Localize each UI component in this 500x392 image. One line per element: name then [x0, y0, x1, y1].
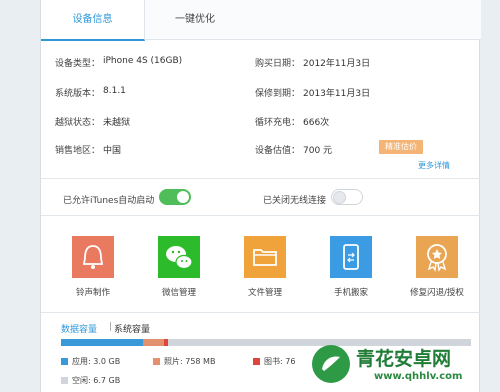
- region-label: 销售地区：: [55, 146, 101, 156]
- phone-transfer-icon: [330, 236, 372, 278]
- charge-cycle-label: 循环充电：: [255, 118, 301, 128]
- region-value: 中国: [103, 146, 122, 156]
- tool-label: 铃声制作: [75, 288, 110, 298]
- toggle-knob: [333, 191, 346, 204]
- storage-segment-apps: [61, 339, 143, 346]
- tab-one-click-optimize[interactable]: 一键优化: [145, 0, 245, 40]
- itunes-autostart-toggle[interactable]: [159, 189, 191, 205]
- jailbreak-label: 越狱状态：: [55, 118, 101, 128]
- tool-label: 手机搬家: [333, 288, 368, 298]
- legend-text: 空闲: 6.7 GB: [72, 376, 121, 385]
- jailbreak-value: 未越狱: [103, 118, 131, 128]
- storage-segment-photos: [143, 339, 164, 346]
- tool-ringtone-maker[interactable]: 铃声制作: [63, 236, 123, 300]
- legend-text: 应用: 3.0 GB: [72, 357, 121, 366]
- tab-data-capacity[interactable]: 数据容量: [61, 322, 97, 335]
- device-type-value: iPhone 4S (16GB): [103, 56, 183, 66]
- legend-text: 照片: 758 MB: [164, 357, 216, 366]
- charge-cycle-value: 666次: [303, 118, 330, 128]
- sys-version-value: 8.1.1: [103, 86, 126, 96]
- purchase-date-label: 购买日期：: [255, 59, 301, 69]
- device-panel: 设备信息 一键优化 设备类型： iPhone 4S (16GB) 购买日期： 2…: [40, 0, 481, 392]
- tool-wechat-manager[interactable]: 微信管理: [149, 236, 209, 300]
- valuation-label: 设备估值：: [255, 146, 301, 156]
- watermark-logo-icon: [310, 343, 352, 385]
- purchase-date-value: 2012年11月3日: [303, 59, 371, 69]
- legend-swatch: [153, 358, 160, 365]
- device-type-label: 设备类型：: [55, 59, 101, 69]
- tool-phone-transfer[interactable]: 手机搬家: [321, 236, 381, 300]
- legend-apps: 应用: 3.0 GB: [61, 356, 120, 367]
- legend-books: 图书: 76: [253, 356, 295, 367]
- tool-file-manager[interactable]: 文件管理: [235, 236, 295, 300]
- wireless-connection-label: 已关闭无线连接: [263, 196, 327, 206]
- wechat-icon: [158, 236, 200, 278]
- precise-valuation-button[interactable]: 精准估价: [379, 140, 423, 154]
- legend-swatch: [61, 358, 68, 365]
- repair-badge-icon: [416, 236, 458, 278]
- valuation-value: 700 元: [303, 146, 333, 156]
- tool-repair-crash[interactable]: 修复闪退/授权: [407, 236, 467, 300]
- folder-icon: [244, 236, 286, 278]
- tool-label: 文件管理: [247, 288, 282, 298]
- itunes-autostart-label: 已允许iTunes自动启动: [63, 196, 155, 206]
- tab-separator: |: [109, 322, 113, 332]
- storage-segment-books: [163, 339, 168, 346]
- legend-swatch: [253, 358, 260, 365]
- tool-label: 修复闪退/授权: [410, 288, 464, 298]
- bell-icon: [72, 236, 114, 278]
- tab-system-capacity[interactable]: 系统容量: [114, 322, 150, 335]
- tab-bar: 设备信息 一键优化: [41, 0, 481, 41]
- warranty-label: 保修到期：: [255, 89, 301, 99]
- legend-text: 图书: 76: [264, 357, 296, 366]
- wireless-connection-toggle[interactable]: [331, 189, 363, 205]
- warranty-value: 2013年11月3日: [303, 89, 371, 99]
- toggle-knob: [177, 191, 189, 203]
- legend-swatch: [61, 377, 68, 384]
- legend-photos: 照片: 758 MB: [153, 356, 215, 367]
- watermark-title: 青花安卓网: [356, 348, 452, 370]
- divider: [41, 312, 481, 313]
- tool-label: 微信管理: [161, 288, 196, 298]
- legend-free: 空闲: 6.7 GB: [61, 375, 120, 386]
- watermark-url: www.qhhlv.com: [374, 371, 463, 382]
- divider: [41, 178, 481, 179]
- divider: [41, 215, 481, 216]
- tab-device-info[interactable]: 设备信息: [41, 0, 145, 41]
- sys-version-label: 系统版本：: [55, 89, 101, 99]
- more-details-link[interactable]: 更多详情: [418, 160, 450, 171]
